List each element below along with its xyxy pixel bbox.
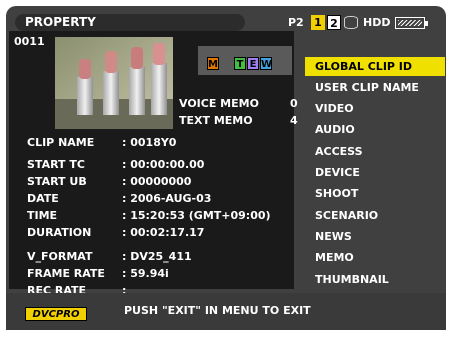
clip-properties-panel: 0011 M T E W VOICE MEMO 0 TEXT MEMO 4 CL… — [9, 31, 298, 297]
text-memo-label: TEXT MEMO — [179, 114, 253, 127]
menu-item-thumbnail[interactable]: THUMBNAIL — [305, 270, 445, 289]
property-value: : 00:02:17.17 — [122, 226, 205, 239]
clip-number: 0011 — [14, 35, 45, 48]
property-value: : 00000000 — [122, 175, 192, 188]
hdd-label: HDD — [363, 16, 391, 29]
property-label: CLIP NAME — [27, 136, 95, 149]
property-label: V_FORMAT — [27, 250, 93, 263]
property-value: : 15:20:53 (GMT+09:00) — [122, 209, 271, 222]
property-label: FRAME RATE — [27, 267, 105, 280]
voice-memo-label: VOICE MEMO — [179, 97, 259, 110]
menu-item-access[interactable]: ACCESS — [305, 142, 445, 161]
menu-item-device[interactable]: DEVICE — [305, 163, 445, 182]
property-value: : DV25_411 — [122, 250, 192, 263]
card-slot-1: 1 — [311, 15, 325, 30]
exit-instruction: PUSH "EXIT" IN MENU TO EXIT — [124, 304, 311, 317]
menu-item-video[interactable]: VIDEO — [305, 99, 445, 118]
indicator-m: M — [207, 57, 219, 70]
voice-memo-count: 0 — [290, 97, 298, 110]
menu-item-global-clip-id[interactable]: GLOBAL CLIP ID — [305, 57, 445, 76]
property-label: START UB — [27, 175, 87, 188]
indicator-e: E — [247, 57, 259, 70]
property-value: : 59.94i — [122, 267, 169, 280]
menu-item-memo[interactable]: MEMO — [305, 248, 445, 267]
battery-icon — [395, 17, 428, 29]
p2-label: P2 — [288, 16, 304, 29]
dvcpro-logo: DVCPRO — [25, 307, 87, 321]
menu-item-audio[interactable]: AUDIO — [305, 120, 445, 139]
menu-item-shoot[interactable]: SHOOT — [305, 184, 445, 203]
menu-item-user-clip-name[interactable]: USER CLIP NAME — [305, 78, 445, 97]
property-label: TIME — [27, 209, 58, 222]
property-label: DATE — [27, 192, 59, 205]
clip-indicators: M T E W — [198, 46, 292, 75]
property-value: : 2006-AUG-03 — [122, 192, 212, 205]
card-slot-2: 2 — [327, 15, 341, 30]
property-label: DURATION — [27, 226, 92, 239]
property-label: START TC — [27, 158, 85, 171]
indicator-t: T — [234, 57, 246, 70]
screen-title: PROPERTY — [15, 14, 245, 31]
property-value: : 0018Y0 — [122, 136, 177, 149]
hdd-icon — [344, 16, 358, 29]
property-menu: GLOBAL CLIP ID USER CLIP NAME VIDEO AUDI… — [300, 51, 446, 289]
property-value: : 00:00:00.00 — [122, 158, 205, 171]
indicator-w: W — [260, 57, 273, 70]
clip-thumbnail — [55, 37, 173, 129]
text-memo-count: 4 — [290, 114, 298, 127]
menu-item-scenario[interactable]: SCENARIO — [305, 206, 445, 225]
menu-item-news[interactable]: NEWS — [305, 227, 445, 246]
